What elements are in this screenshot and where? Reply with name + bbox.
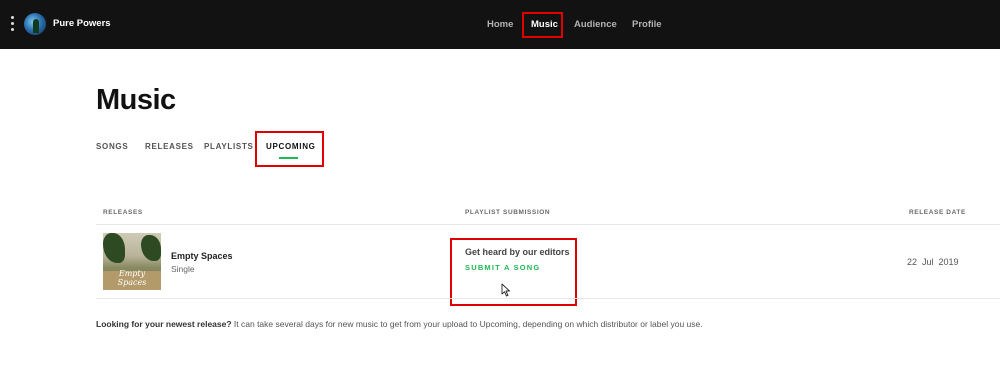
column-header-releases: RELEASES <box>103 209 143 216</box>
release-title[interactable]: Empty Spaces <box>171 251 233 261</box>
mouse-pointer-icon <box>501 283 510 297</box>
music-highlight-box <box>522 12 563 38</box>
artist-avatar[interactable] <box>24 13 46 35</box>
table-row-divider <box>96 298 1000 299</box>
release-type: Single <box>171 264 195 274</box>
release-cover-art[interactable]: Empty Spaces <box>103 233 161 290</box>
cover-title-text: Empty Spaces <box>117 269 147 287</box>
table-header-divider <box>96 224 1000 225</box>
upcoming-footnote: Looking for your newest release? It can … <box>96 319 703 329</box>
top-bar: Pure Powers Home Music Audience Profile <box>0 0 1000 49</box>
nav-profile[interactable]: Profile <box>632 19 662 30</box>
pitch-highlight-box <box>450 238 577 306</box>
nav-home[interactable]: Home <box>487 19 513 30</box>
cover-palm-right <box>141 235 161 261</box>
tab-releases[interactable]: RELEASES <box>145 142 194 151</box>
tab-songs[interactable]: SONGS <box>96 142 128 151</box>
cover-palm-left <box>103 233 125 263</box>
kebab-menu-icon[interactable] <box>9 16 15 34</box>
tab-playlists[interactable]: PLAYLISTS <box>204 142 254 151</box>
column-header-release-date: RELEASE DATE <box>909 209 966 216</box>
upcoming-highlight-box <box>255 131 324 167</box>
artist-name[interactable]: Pure Powers <box>53 18 111 29</box>
column-header-playlist-submission: PLAYLIST SUBMISSION <box>465 209 551 216</box>
release-date: 22 Jul 2019 <box>907 257 959 267</box>
page-title: Music <box>96 84 176 116</box>
nav-audience[interactable]: Audience <box>574 19 617 30</box>
footnote-text: It can take several days for new music t… <box>231 319 703 329</box>
footnote-bold: Looking for your newest release? <box>96 319 232 329</box>
